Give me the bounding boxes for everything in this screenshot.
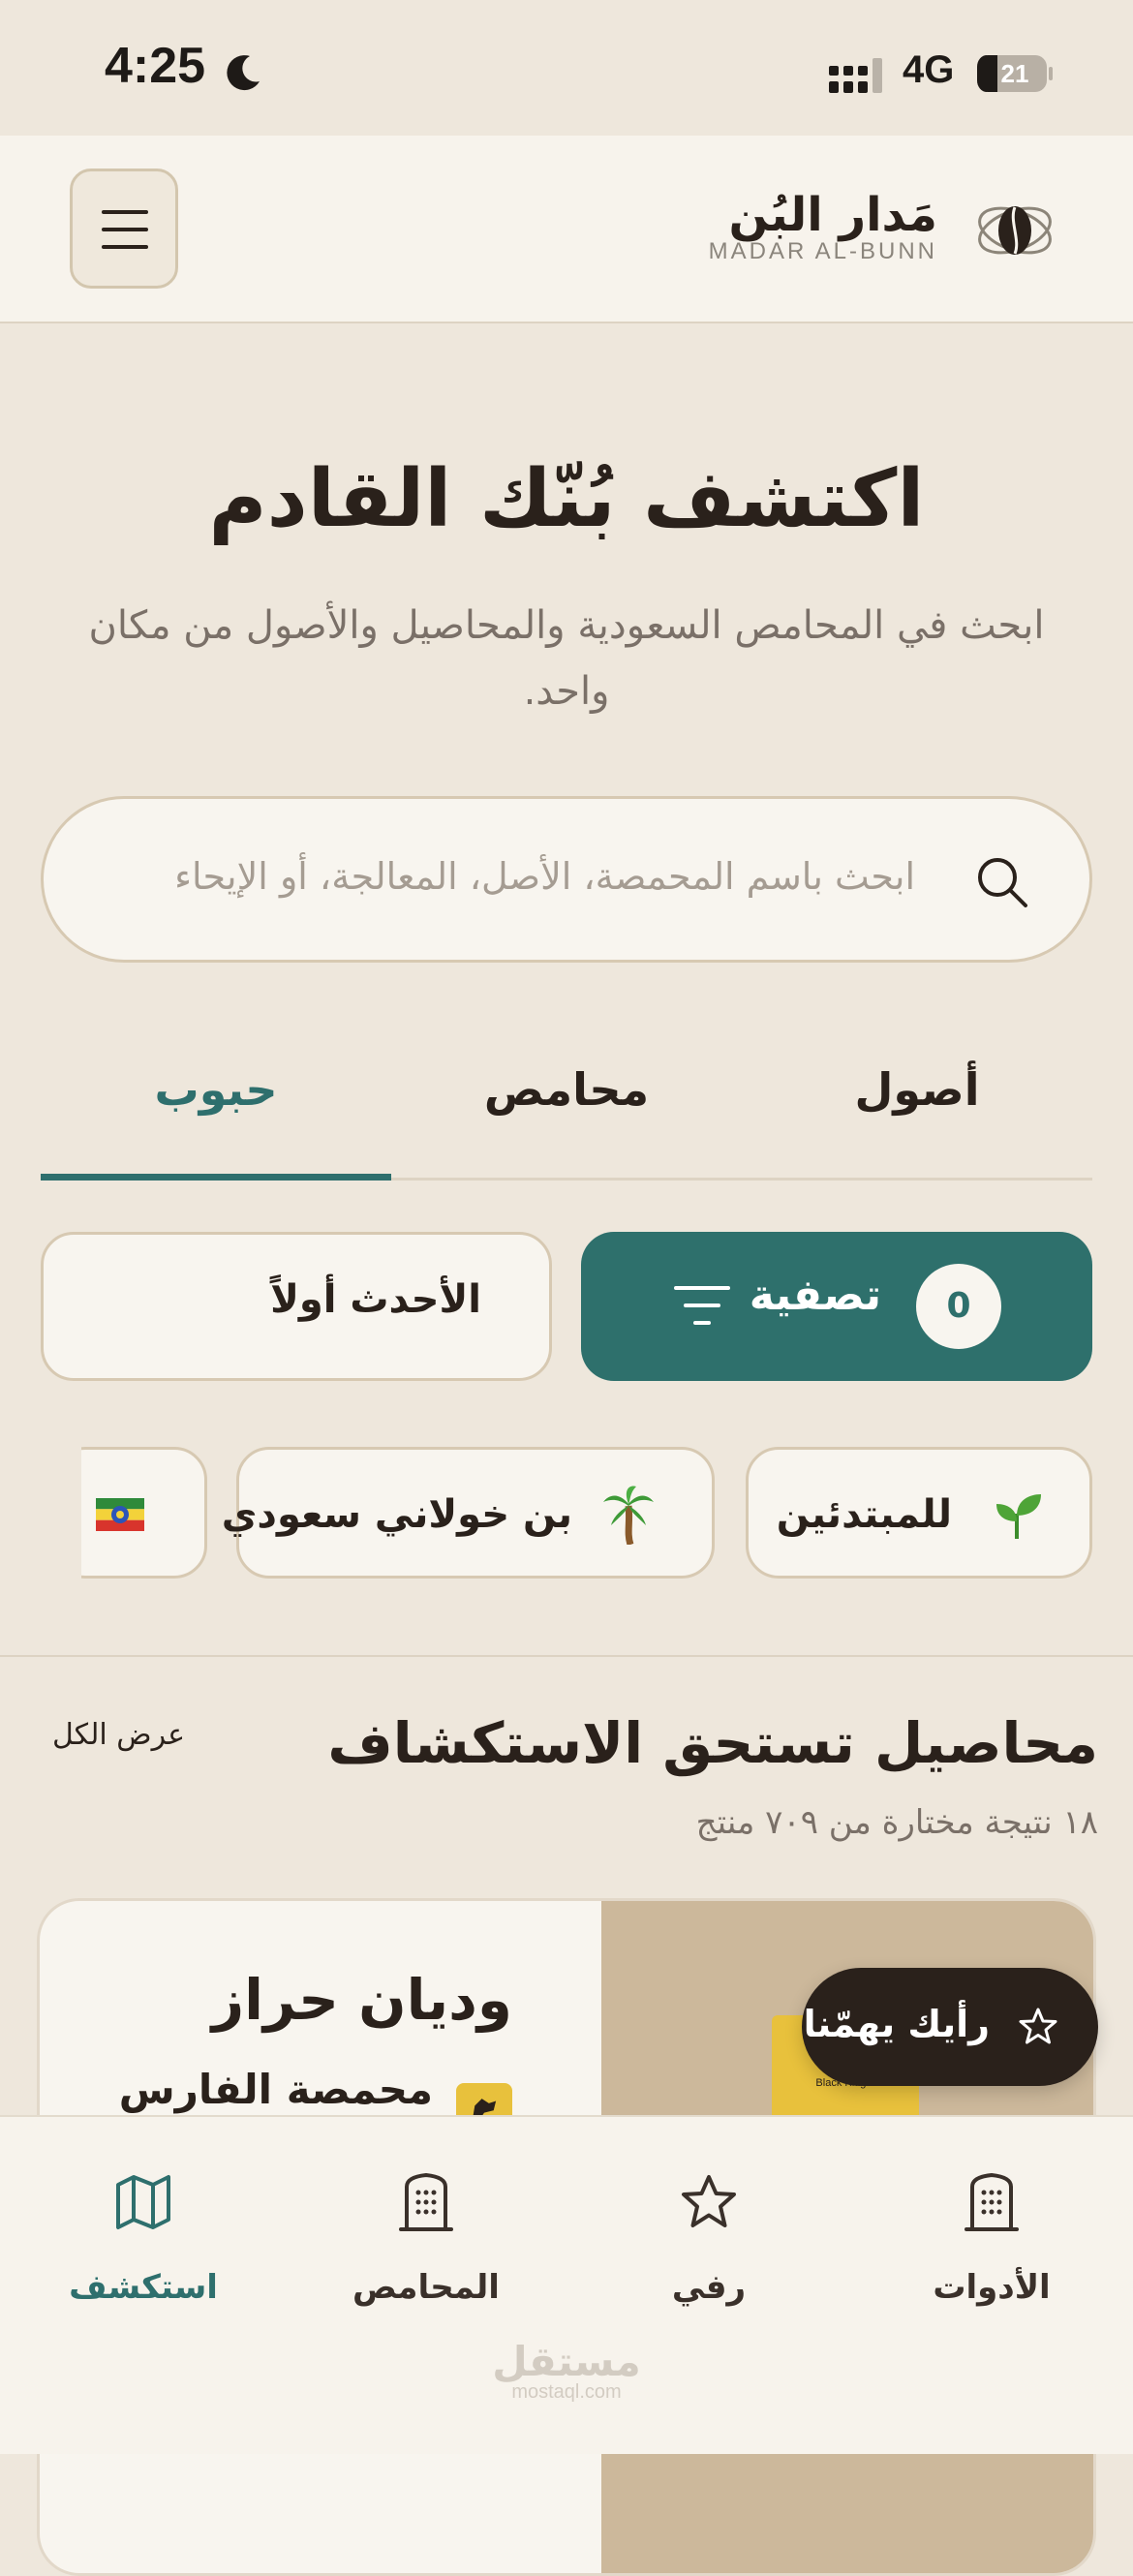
tab-roasters[interactable]: محامص bbox=[391, 1027, 742, 1178]
map-icon bbox=[116, 2175, 170, 2229]
feedback-button[interactable]: رأيك يهمّنا bbox=[802, 1968, 1098, 2086]
status-time: 4:25 bbox=[105, 38, 206, 94]
section-divider bbox=[0, 1655, 1133, 1657]
filter-button[interactable]: 0 تصفية bbox=[581, 1232, 1092, 1381]
nav-roasters[interactable]: المحامص bbox=[285, 2117, 567, 2340]
battery-level: 21 bbox=[1001, 59, 1029, 88]
brand-name[interactable]: مَدار البُن bbox=[728, 188, 937, 242]
star-icon bbox=[682, 2175, 736, 2227]
nav-label: المحامص bbox=[352, 2268, 500, 2307]
filter-label: تصفية bbox=[749, 1271, 881, 1320]
results-count: ١٨ نتيجة مختارة من ٧٠٩ منتج bbox=[695, 1803, 1098, 1842]
sort-label: الأحدث أولاً bbox=[270, 1277, 481, 1322]
nav-explore[interactable]: استكشف bbox=[2, 2117, 285, 2340]
tab-origins[interactable]: أصول bbox=[742, 1027, 1092, 1178]
moon-icon bbox=[227, 55, 260, 91]
bottom-navigation: الأدوات رفي المحامص استكشف مستقل mostaql… bbox=[0, 2115, 1133, 2454]
battery-icon: 21 bbox=[977, 55, 1053, 92]
roaster-name: محمصة الفارس bbox=[118, 2066, 433, 2113]
quick-filter-chips: للمبتدئين بن خولاني سعودي bbox=[81, 1447, 1092, 1580]
menu-icon bbox=[102, 210, 148, 214]
network-type: 4G bbox=[903, 48, 955, 91]
status-bar: 4:25 4G 21 bbox=[0, 0, 1133, 136]
signal-icon bbox=[829, 58, 882, 93]
nav-my-shelf[interactable]: رفي bbox=[567, 2117, 850, 2340]
star-icon bbox=[1019, 2008, 1057, 2044]
app-header: مَدار البُن MADAR AL-BUNN bbox=[0, 136, 1133, 323]
active-tab-indicator bbox=[41, 1174, 391, 1181]
nav-tools[interactable]: الأدوات bbox=[850, 2117, 1133, 2340]
watermark-text: مستقل bbox=[492, 2338, 641, 2385]
sort-select[interactable]: الأحدث أولاً bbox=[41, 1232, 552, 1381]
nav-label: رفي bbox=[671, 2268, 747, 2307]
product-name: وديان حراز bbox=[211, 1967, 512, 2033]
chip-saudi-khawlani[interactable]: بن خولاني سعودي bbox=[222, 1447, 715, 1579]
category-tabs: أصول محامص حبوب bbox=[41, 1027, 1092, 1181]
chip-beginners[interactable]: للمبتدئين bbox=[746, 1447, 1092, 1579]
feedback-label: رأيك يهمّنا bbox=[803, 2003, 990, 2045]
watermark-url: mostaql.com bbox=[511, 2381, 622, 2403]
seedling-icon bbox=[996, 1494, 1041, 1539]
building-icon bbox=[965, 2173, 1019, 2231]
filter-icon bbox=[674, 1286, 730, 1325]
filter-count-badge: 0 bbox=[916, 1264, 1001, 1349]
ethiopia-flag-icon bbox=[96, 1498, 144, 1531]
view-all-link[interactable]: عرض الكل bbox=[52, 1718, 185, 1752]
page-title: اكتشف بُنّك القادم bbox=[208, 453, 925, 545]
chip-label: للمبتدئين bbox=[776, 1492, 952, 1537]
section-title: محاصيل تستحق الاستكشاف bbox=[327, 1710, 1098, 1776]
search-placeholder: ابحث باسم المحمصة، الأصل، المعالجة، أو ا… bbox=[174, 855, 915, 898]
nav-label: الأدوات bbox=[933, 2268, 1051, 2307]
search-icon bbox=[978, 858, 1027, 907]
building-icon bbox=[399, 2173, 453, 2231]
nav-label: استكشف bbox=[69, 2268, 218, 2307]
tab-beans[interactable]: حبوب bbox=[41, 1027, 391, 1178]
brand-latin-name: MADAR AL-BUNN bbox=[708, 238, 937, 264]
coffee-bean-logo-icon[interactable] bbox=[974, 196, 1056, 265]
chip-ethiopia[interactable] bbox=[81, 1447, 207, 1579]
watermark: مستقل mostaql.com bbox=[0, 2338, 1133, 2404]
palm-tree-icon bbox=[603, 1486, 654, 1545]
chip-label: بن خولاني سعودي bbox=[221, 1492, 572, 1537]
menu-button[interactable] bbox=[70, 169, 178, 289]
search-input[interactable]: ابحث باسم المحمصة، الأصل، المعالجة، أو ا… bbox=[41, 796, 1092, 963]
page-subtitle: ابحث في المحامص السعودية والمحاصيل والأص… bbox=[88, 603, 1045, 714]
